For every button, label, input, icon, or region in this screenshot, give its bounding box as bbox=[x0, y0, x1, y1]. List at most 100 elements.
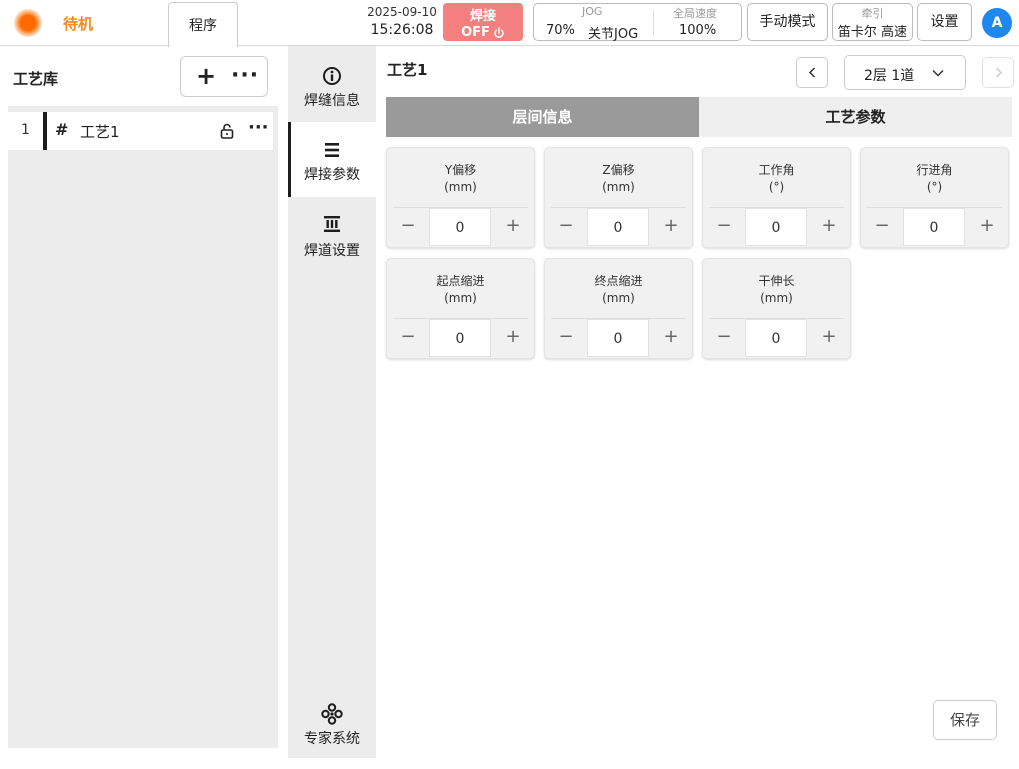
param-card-start-indent: 起点缩进 (mm) − 0 + bbox=[386, 258, 535, 359]
add-icon[interactable]: + bbox=[196, 62, 216, 90]
param-card-end-indent: 终点缩进 (mm) − 0 + bbox=[544, 258, 693, 359]
top-bar: 待机 程序 2025-09-10 15:26:08 焊接 OFF JOG 70%… bbox=[0, 0, 1019, 47]
jog-label: JOG bbox=[582, 5, 603, 18]
nav-label: 焊缝信息 bbox=[304, 93, 360, 109]
manual-mode-button[interactable]: 手动模式 bbox=[747, 3, 828, 41]
hash-icon: # bbox=[55, 120, 69, 139]
decrement-button[interactable]: − bbox=[545, 208, 587, 246]
value-input[interactable]: 0 bbox=[429, 319, 491, 357]
unlock-icon[interactable] bbox=[220, 123, 234, 139]
quantity-stepper: − 0 + bbox=[703, 319, 850, 357]
jog-speed-panel[interactable]: JOG 70% 关节JOG 全局速度 100% bbox=[533, 3, 742, 42]
decrement-button[interactable]: − bbox=[861, 208, 903, 246]
value-input[interactable]: 0 bbox=[429, 208, 491, 246]
global-speed-label: 全局速度 bbox=[673, 7, 717, 20]
tab-layer-info[interactable]: 层间信息 bbox=[386, 97, 699, 137]
date-text: 2025-09-10 bbox=[367, 5, 437, 19]
param-card-work-angle: 工作角 (°) − 0 + bbox=[702, 147, 851, 248]
decrement-button[interactable]: − bbox=[703, 319, 745, 357]
save-button[interactable]: 保存 bbox=[933, 700, 997, 740]
traction-value: 笛卡尔 高速 bbox=[837, 25, 908, 40]
prev-button[interactable] bbox=[796, 57, 828, 88]
nav-label: 专家系统 bbox=[304, 731, 360, 747]
increment-button[interactable]: + bbox=[808, 319, 850, 357]
chevron-right-icon bbox=[995, 67, 1003, 78]
library-list: 1 # 工艺1 ··· bbox=[8, 106, 278, 748]
side-nav: 焊缝信息 焊接参数 焊道设置 专家系统 bbox=[288, 46, 376, 758]
increment-button[interactable]: + bbox=[492, 319, 534, 357]
global-speed-value: 100% bbox=[679, 23, 717, 38]
avatar[interactable]: A bbox=[982, 8, 1012, 38]
value-input[interactable]: 0 bbox=[587, 319, 649, 357]
nav-weld-info[interactable]: 焊缝信息 bbox=[288, 46, 376, 121]
library-actions: + ··· bbox=[180, 56, 268, 97]
next-button[interactable] bbox=[982, 57, 1014, 88]
layer-pass-select[interactable]: 2层 1道 bbox=[844, 55, 966, 90]
param-unit: (mm) bbox=[760, 291, 793, 305]
param-name: 工作角 bbox=[758, 163, 795, 177]
item-more-icon[interactable]: ··· bbox=[248, 117, 269, 138]
decrement-button[interactable]: − bbox=[387, 319, 429, 357]
page-title: 工艺1 bbox=[387, 61, 428, 79]
quantity-stepper: − 0 + bbox=[861, 208, 1008, 246]
tab-program[interactable]: 程序 bbox=[168, 2, 238, 47]
global-speed-segment[interactable]: 全局速度 100% bbox=[653, 4, 741, 40]
jog-percent: 70% bbox=[546, 23, 575, 38]
decrement-button[interactable]: − bbox=[545, 319, 587, 357]
increment-button[interactable]: + bbox=[966, 208, 1008, 246]
jog-mode: 关节JOG bbox=[588, 27, 639, 42]
param-name: Y偏移 bbox=[444, 163, 477, 177]
datetime: 2025-09-10 15:26:08 bbox=[364, 5, 440, 38]
list-item[interactable]: 1 # 工艺1 ··· bbox=[8, 112, 273, 150]
jog-segment[interactable]: JOG 70% 关节JOG bbox=[534, 4, 653, 42]
value-input[interactable]: 0 bbox=[903, 208, 965, 246]
more-icon[interactable]: ··· bbox=[231, 62, 259, 90]
quantity-stepper: − 0 + bbox=[703, 208, 850, 246]
increment-button[interactable]: + bbox=[650, 208, 692, 246]
nav-weld-pass[interactable]: 焊道设置 bbox=[288, 198, 376, 273]
nav-weld-params[interactable]: 焊接参数 bbox=[288, 122, 376, 197]
param-name: 干伸长 bbox=[758, 274, 795, 288]
weld-state: OFF bbox=[461, 25, 490, 40]
traction-button[interactable]: 牵引 笛卡尔 高速 bbox=[832, 3, 913, 41]
chevron-down-icon bbox=[932, 69, 944, 77]
param-name: 行进角 bbox=[916, 163, 953, 177]
tab-process-params[interactable]: 工艺参数 bbox=[699, 97, 1012, 137]
param-card-y-offset: Y偏移 (mm) − 0 + bbox=[386, 147, 535, 248]
time-text: 15:26:08 bbox=[370, 22, 434, 38]
value-input[interactable]: 0 bbox=[587, 208, 649, 246]
expert-system-icon bbox=[321, 703, 343, 725]
list-icon bbox=[325, 143, 339, 157]
weld-toggle-button[interactable]: 焊接 OFF bbox=[443, 3, 523, 41]
param-card-travel-angle: 行进角 (°) − 0 + bbox=[860, 147, 1009, 248]
param-name: 终点缩进 bbox=[594, 274, 643, 288]
decrement-button[interactable]: − bbox=[703, 208, 745, 246]
item-name: 工艺1 bbox=[80, 123, 120, 141]
nav-label: 焊接参数 bbox=[304, 167, 360, 183]
weld-pass-icon bbox=[324, 216, 340, 232]
param-name: 起点缩进 bbox=[436, 274, 485, 288]
param-unit: (°) bbox=[768, 180, 785, 194]
robot-status: 待机 bbox=[63, 15, 94, 33]
param-unit: (mm) bbox=[444, 291, 477, 305]
increment-button[interactable]: + bbox=[808, 208, 850, 246]
value-input[interactable]: 0 bbox=[745, 319, 807, 357]
quantity-stepper: − 0 + bbox=[545, 319, 692, 357]
status-indicator-icon bbox=[14, 9, 42, 37]
quantity-stepper: − 0 + bbox=[387, 208, 534, 246]
decrement-button[interactable]: − bbox=[387, 208, 429, 246]
library-title: 工艺库 bbox=[13, 70, 59, 88]
param-card-stickout: 干伸长 (mm) − 0 + bbox=[702, 258, 851, 359]
param-name: Z偏移 bbox=[602, 163, 635, 177]
param-unit: (mm) bbox=[602, 180, 635, 194]
traction-label: 牵引 bbox=[861, 7, 884, 20]
param-unit: (mm) bbox=[602, 291, 635, 305]
value-input[interactable]: 0 bbox=[745, 208, 807, 246]
increment-button[interactable]: + bbox=[650, 319, 692, 357]
settings-button[interactable]: 设置 bbox=[917, 3, 972, 41]
param-card-z-offset: Z偏移 (mm) − 0 + bbox=[544, 147, 693, 248]
increment-button[interactable]: + bbox=[492, 208, 534, 246]
quantity-stepper: − 0 + bbox=[545, 208, 692, 246]
quantity-stepper: − 0 + bbox=[387, 319, 534, 357]
info-icon bbox=[323, 67, 341, 85]
